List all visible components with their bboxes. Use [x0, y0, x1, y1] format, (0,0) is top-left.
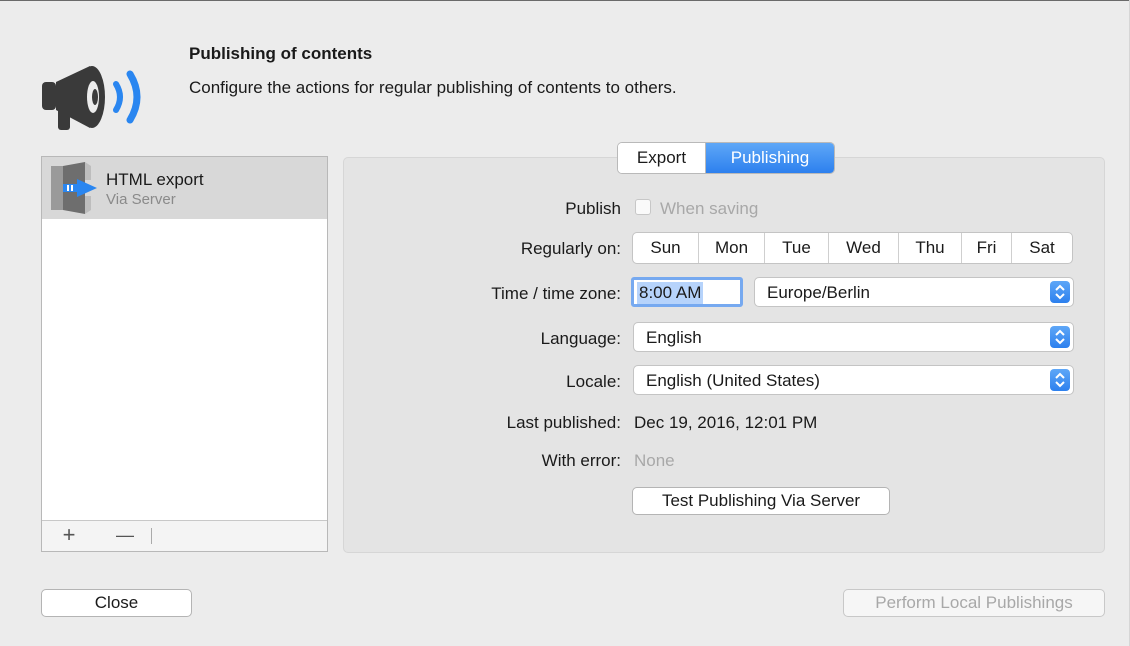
list-toolbar: + — — [42, 520, 327, 551]
publishing-list[interactable]: HTML export Via Server + — — [41, 156, 328, 552]
list-item-title: HTML export — [106, 170, 204, 189]
page-title: Publishing of contents — [189, 44, 373, 63]
page-description: Configure the actions for regular publis… — [189, 78, 677, 97]
list-item-subtitle: Via Server — [106, 191, 176, 208]
time-label: Time / time zone: — [491, 284, 621, 303]
day-tue[interactable]: Tue — [765, 233, 829, 263]
chevron-updown-icon — [1050, 326, 1070, 348]
close-button[interactable]: Close — [41, 589, 192, 617]
time-input[interactable]: 8:00 AM — [631, 277, 743, 307]
regularly-label: Regularly on: — [520, 239, 621, 258]
day-wed[interactable]: Wed — [829, 233, 899, 263]
add-button[interactable]: + — [54, 524, 84, 548]
locale-select[interactable]: English (United States) — [633, 365, 1074, 395]
test-publishing-button[interactable]: Test Publishing Via Server — [632, 487, 890, 515]
last-published-label: Last published: — [506, 413, 621, 432]
megaphone-icon — [36, 58, 166, 138]
language-label: Language: — [540, 329, 621, 348]
day-thu[interactable]: Thu — [899, 233, 962, 263]
publish-label: Publish — [565, 199, 621, 218]
locale-label: Locale: — [566, 372, 621, 391]
chevron-updown-icon — [1050, 281, 1070, 303]
day-sat[interactable]: Sat — [1012, 233, 1072, 263]
language-value: English — [646, 328, 702, 347]
when-saving-checkbox[interactable] — [635, 199, 651, 215]
chevron-updown-icon — [1050, 369, 1070, 391]
with-error-value: None — [634, 451, 675, 470]
html-export-icon — [49, 162, 99, 214]
remove-button[interactable]: — — [110, 524, 140, 548]
toolbar-separator — [151, 528, 152, 544]
list-item[interactable]: HTML export Via Server — [42, 157, 327, 219]
last-published-value: Dec 19, 2016, 12:01 PM — [634, 413, 818, 432]
tab-bar: Export Publishing — [617, 142, 835, 174]
window-top-border — [0, 0, 1130, 1]
language-select[interactable]: English — [633, 322, 1074, 352]
when-saving-label: When saving — [660, 199, 759, 218]
tab-export[interactable]: Export — [618, 143, 706, 173]
perform-local-publishings-button[interactable]: Perform Local Publishings — [843, 589, 1105, 617]
timezone-value: Europe/Berlin — [767, 283, 871, 302]
time-value: 8:00 AM — [637, 282, 704, 304]
day-sun[interactable]: Sun — [633, 233, 699, 263]
with-error-label: With error: — [541, 451, 621, 470]
tab-publishing[interactable]: Publishing — [706, 143, 834, 173]
day-mon[interactable]: Mon — [699, 233, 765, 263]
timezone-select[interactable]: Europe/Berlin — [754, 277, 1074, 307]
locale-value: English (United States) — [646, 371, 820, 390]
weekday-selector: Sun Mon Tue Wed Thu Fri Sat — [632, 232, 1073, 264]
day-fri[interactable]: Fri — [962, 233, 1012, 263]
